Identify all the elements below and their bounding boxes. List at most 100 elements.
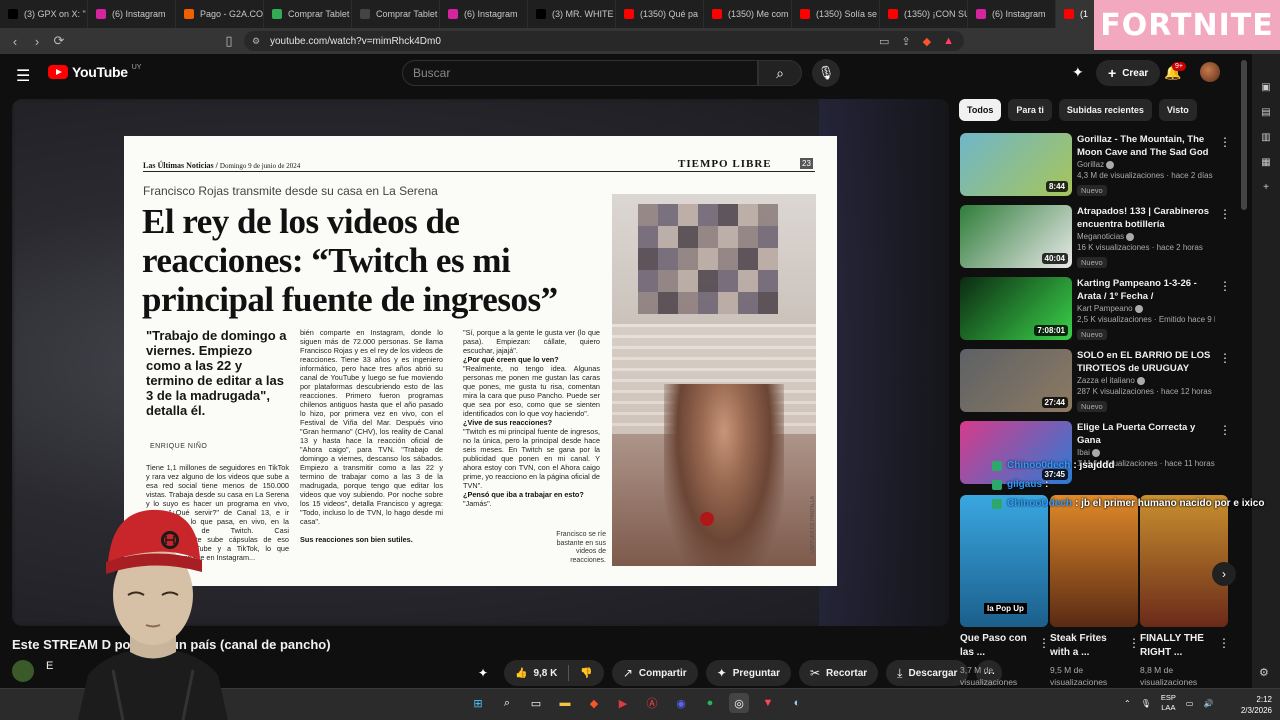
- browser-tab[interactable]: Comprar Tablet: [264, 0, 352, 28]
- recommendation-item[interactable]: 27:44 SOLO en EL BARRIO DE LOS TIROTEOS d…: [960, 349, 1231, 415]
- channel-avatar[interactable]: [12, 660, 34, 682]
- dislike-button[interactable]: 👎: [569, 660, 603, 686]
- browser-tab[interactable]: (1350) Solía se: [792, 0, 880, 28]
- adobe-icon[interactable]: Ⓐ: [642, 693, 662, 713]
- browser-tab[interactable]: (1350) ¡CON SU: [880, 0, 968, 28]
- recommendation-title[interactable]: Elige La Puerta Correcta y Gana: [1077, 421, 1215, 447]
- rewards-icon[interactable]: ▲: [943, 35, 954, 48]
- short-more-icon[interactable]: ⋮: [1218, 636, 1230, 650]
- recommendation-title[interactable]: Atrapados! 133 | Carabineros encuentra b…: [1077, 205, 1215, 231]
- share-button[interactable]: ↗ Compartir: [611, 660, 698, 686]
- spotify-icon[interactable]: ●: [700, 693, 720, 713]
- settings-gear-icon[interactable]: ⚙: [1259, 666, 1269, 679]
- tray-mic-icon[interactable]: 🎙: [1141, 699, 1151, 708]
- short-more-icon[interactable]: ⋮: [1128, 636, 1140, 650]
- extension-icon[interactable]: ✦: [470, 660, 496, 686]
- file-explorer-icon[interactable]: ▬: [555, 693, 575, 713]
- discord-icon[interactable]: ◉: [671, 693, 691, 713]
- recommendation-thumbnail[interactable]: 7:08:01: [960, 277, 1072, 340]
- recommendation-thumbnail[interactable]: 27:44: [960, 349, 1072, 412]
- page-scrollbar[interactable]: [1241, 60, 1247, 210]
- rail-add-icon[interactable]: +: [1263, 182, 1269, 193]
- filter-chip[interactable]: Todos: [959, 99, 1002, 121]
- filter-chip[interactable]: Para ti: [1008, 99, 1052, 121]
- brave-browser-icon[interactable]: ◆: [584, 693, 604, 713]
- more-options-icon[interactable]: ⋮: [1219, 423, 1231, 437]
- browser-tab[interactable]: (1350) Qué pa: [616, 0, 704, 28]
- channel-name[interactable]: E: [46, 660, 53, 672]
- rail-tab-icon[interactable]: ▣: [1261, 82, 1270, 93]
- browser-tab[interactable]: (6) Instagram: [440, 0, 528, 28]
- filter-chip[interactable]: Subidas recientes: [1058, 99, 1152, 121]
- brave-shield-icon[interactable]: ◆: [923, 35, 931, 48]
- browser-tab[interactable]: (6) Instagram: [968, 0, 1056, 28]
- search-input[interactable]: Buscar: [402, 60, 758, 86]
- recommendation-item[interactable]: 8:44 Gorillaz - The Mountain, The Moon Ca…: [960, 133, 1231, 199]
- short-title[interactable]: Que Paso con las ...: [960, 632, 1034, 660]
- create-button[interactable]: + Crear: [1096, 60, 1161, 86]
- short-title[interactable]: FINALLY THE RIGHT ...: [1140, 632, 1214, 660]
- shorts-next-button[interactable]: ›: [1212, 562, 1236, 586]
- more-options-icon[interactable]: ⋮: [1219, 279, 1231, 293]
- tray-chevron-icon[interactable]: ⌃: [1124, 699, 1131, 708]
- bookmark-icon[interactable]: ▯: [218, 33, 240, 49]
- recommendation-channel[interactable]: Kart Pampeano: [1077, 304, 1215, 313]
- browser-tab[interactable]: Pago - G2A.CO: [176, 0, 264, 28]
- forward-icon[interactable]: ›: [26, 34, 48, 49]
- recommendation-channel[interactable]: Zazza el italiano: [1077, 376, 1215, 385]
- filter-chip[interactable]: Visto: [1158, 99, 1197, 121]
- youtube-logo[interactable]: YouTube UY: [48, 64, 141, 80]
- menu-icon[interactable]: ☰: [16, 66, 30, 86]
- rail-history-icon[interactable]: ▦: [1261, 157, 1270, 168]
- reload-icon[interactable]: ⟳: [48, 33, 70, 49]
- browser-tab[interactable]: (3) MR. WHITE: [528, 0, 616, 28]
- valorant-icon[interactable]: ▼: [758, 693, 778, 713]
- media-player-icon[interactable]: ▶: [613, 693, 633, 713]
- recommendation-channel[interactable]: Meganoticias: [1077, 232, 1215, 241]
- short-more-icon[interactable]: ⋮: [1038, 636, 1050, 650]
- network-icon[interactable]: ▭: [1186, 699, 1194, 708]
- steam-icon[interactable]: ◐: [787, 693, 807, 713]
- rail-bookmarks-icon[interactable]: ▥: [1261, 132, 1270, 143]
- browser-tab[interactable]: (3) GPX on X: ": [0, 0, 88, 28]
- recommendation-item[interactable]: 40:04 Atrapados! 133 | Carabineros encuen…: [960, 205, 1231, 271]
- more-options-icon[interactable]: ⋮: [1219, 351, 1231, 365]
- back-icon[interactable]: ‹: [4, 34, 26, 49]
- like-button[interactable]: 👍 9,8 K: [504, 660, 568, 686]
- recommendation-title[interactable]: Gorillaz - The Mountain, The Moon Cave a…: [1077, 133, 1215, 159]
- more-options-icon[interactable]: ⋮: [1219, 207, 1231, 221]
- recommendation-item[interactable]: 7:08:01 Karting Pampeano 1-3-26 - Arata /…: [960, 277, 1231, 343]
- recommendation-title[interactable]: SOLO en EL BARRIO DE LOS TIROTEOS de URU…: [1077, 349, 1215, 375]
- volume-icon[interactable]: 🔊: [1203, 699, 1213, 708]
- address-bar[interactable]: ⚙ youtube.com/watch?v=mimRhck4Dm0 ▭ ⇪ ◆ …: [244, 31, 964, 51]
- task-view-icon[interactable]: ▭: [526, 693, 546, 713]
- obs-icon[interactable]: ◎: [729, 693, 749, 713]
- rail-reading-list-icon[interactable]: ▤: [1261, 107, 1270, 118]
- browser-tab[interactable]: Comprar Tablet: [352, 0, 440, 28]
- download-button[interactable]: ⤓ Descargar: [886, 660, 969, 686]
- short-thumbnail[interactable]: la Pop Up: [960, 495, 1048, 627]
- taskbar-clock[interactable]: 2:12 2/3/2026: [1232, 694, 1272, 716]
- clip-button[interactable]: ✂ Recortar: [798, 660, 879, 686]
- language-indicator[interactable]: ESP LAA: [1161, 693, 1176, 713]
- windows-start-icon[interactable]: ⊞: [468, 693, 488, 713]
- recommendation-thumbnail[interactable]: 40:04: [960, 205, 1072, 268]
- short-thumbnail[interactable]: [1140, 495, 1228, 627]
- site-info-icon[interactable]: ⚙: [252, 36, 260, 47]
- recommendation-channel[interactable]: Gorillaz: [1077, 160, 1215, 169]
- short-title[interactable]: Steak Frites with a ...: [1050, 632, 1124, 660]
- cast-icon[interactable]: ▭: [879, 35, 889, 48]
- ask-button[interactable]: ✦ Preguntar: [705, 660, 791, 686]
- browser-tab[interactable]: (1350) Me com: [704, 0, 792, 28]
- browser-tab[interactable]: (6) Instagram: [88, 0, 176, 28]
- search-button[interactable]: ⌕: [758, 60, 802, 86]
- share-icon[interactable]: ⇪: [901, 35, 910, 48]
- recommendation-thumbnail[interactable]: 8:44: [960, 133, 1072, 196]
- more-options-icon[interactable]: ⋮: [1219, 135, 1231, 149]
- recommendation-title[interactable]: Karting Pampeano 1-3-26 - Arata / 1º Fec…: [1077, 277, 1215, 303]
- short-thumbnail[interactable]: [1050, 495, 1138, 627]
- taskbar-search-icon[interactable]: ⌕: [497, 693, 517, 713]
- account-avatar[interactable]: [1200, 62, 1220, 82]
- voice-search-button[interactable]: 🎙: [812, 59, 840, 87]
- extension-puzzle-icon[interactable]: ✦: [1072, 64, 1084, 81]
